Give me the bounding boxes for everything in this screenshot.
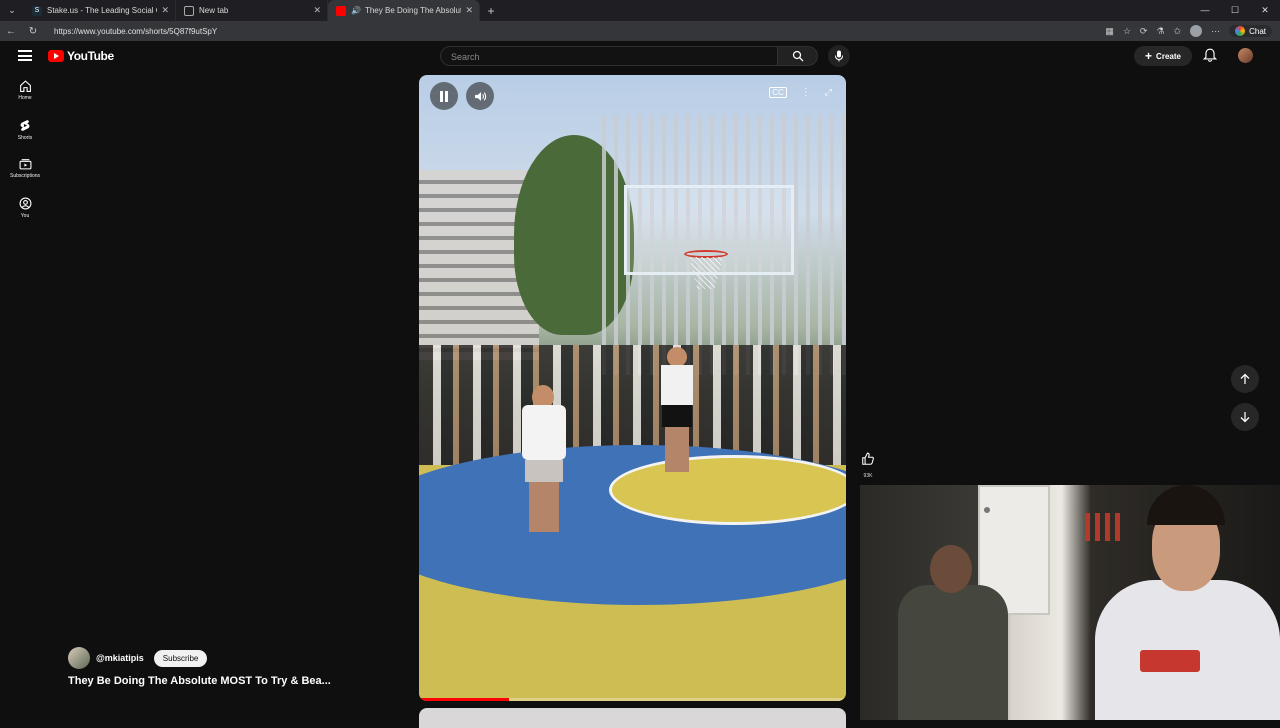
arrow-up-icon (1240, 373, 1250, 384)
sidebar-item-home[interactable]: Home (0, 71, 50, 110)
tab-new-tab[interactable]: New tab ✕ (176, 0, 328, 21)
stake-favicon-icon: S (32, 5, 42, 16)
profile-icon[interactable] (1190, 25, 1203, 37)
search-icon (792, 50, 803, 62)
sidebar-item-label: Subscriptions (9, 173, 40, 179)
voice-search-button[interactable] (828, 45, 850, 67)
favorites-icon[interactable]: ✩ (1174, 26, 1182, 37)
tab-title: Stake.us - The Leading Social Casino (47, 6, 157, 15)
next-short-button[interactable] (1231, 403, 1259, 431)
extension-icon[interactable]: ⚗ (1156, 26, 1164, 37)
back-icon[interactable]: ← (0, 26, 22, 37)
tab-title: New tab (199, 6, 229, 15)
like-icon[interactable] (861, 452, 875, 466)
window-controls: — ☐ ✕ (1190, 0, 1280, 21)
more-menu-icon[interactable]: ⋯ (1211, 26, 1220, 37)
video-progress-bar[interactable] (419, 698, 846, 701)
previous-short-button[interactable] (1231, 365, 1259, 393)
you-icon (19, 197, 31, 209)
fullscreen-icon[interactable]: ⤢ (825, 87, 832, 98)
subscriptions-icon (19, 159, 31, 170)
search-box (440, 46, 778, 66)
toolbar-icons: ▦ ☆ ⟳ ⚗ ✩ ⋯ Chat (1105, 21, 1272, 41)
copilot-icon (1235, 26, 1246, 36)
channel-name[interactable]: @mkiatipis (96, 653, 144, 663)
sidebar-item-subscriptions[interactable]: Subscriptions (0, 149, 50, 188)
youtube-logo-text: YouTube (67, 49, 114, 63)
plus-icon: + (1145, 49, 1153, 63)
guide-menu-icon[interactable] (18, 50, 32, 61)
search-button[interactable] (778, 46, 818, 66)
microphone-icon (835, 50, 843, 62)
subscribe-button[interactable]: Subscribe (153, 649, 208, 667)
favorite-star-icon[interactable]: ☆ (1123, 26, 1131, 37)
reload-icon[interactable]: ↻ (22, 26, 44, 37)
youtube-favicon-icon (336, 5, 346, 16)
maximize-icon[interactable]: ☐ (1220, 0, 1250, 21)
webcam-overlay (860, 485, 1280, 720)
short-title[interactable]: They Be Doing The Absolute MOST To Try &… (68, 675, 331, 687)
mini-guide-sidebar: Home Shorts Subscriptions You (0, 71, 50, 227)
channel-avatar[interactable] (68, 647, 90, 669)
video-court-key (609, 455, 846, 525)
create-label: Create (1156, 51, 1181, 61)
like-action: 93K (856, 452, 880, 479)
minimize-icon[interactable]: — (1190, 0, 1220, 21)
refresh-extension-icon[interactable]: ⟳ (1140, 26, 1148, 37)
youtube-logo[interactable]: YouTube (48, 49, 114, 63)
close-window-icon[interactable]: ✕ (1250, 0, 1280, 21)
youtube-play-icon (48, 50, 64, 62)
home-icon (19, 80, 31, 92)
video-top-right-controls: CC ⋮ ⤢ (769, 87, 832, 98)
volume-button[interactable] (466, 82, 494, 110)
page-favicon-icon (184, 5, 194, 16)
create-button[interactable]: + Create (1134, 46, 1192, 66)
sidebar-item-label: Shorts (17, 134, 33, 141)
sidebar-item-label: You (20, 212, 30, 219)
chat-label: Chat (1249, 26, 1266, 36)
close-tab-icon[interactable]: ✕ (313, 5, 321, 16)
sidebar-item-label: Home (18, 95, 32, 101)
tab-search-icon[interactable]: ⌄ (0, 0, 24, 21)
captions-icon[interactable]: CC (769, 87, 787, 98)
bell-icon (1202, 48, 1218, 62)
youtube-masthead: YouTube + Create (0, 41, 1280, 71)
tab-title: They Be Doing The Absolute MOST To Try &… (364, 6, 461, 15)
more-options-icon[interactable]: ⋮ (801, 87, 811, 98)
video-player-tank-top (657, 347, 697, 477)
channel-row: @mkiatipis Subscribe (68, 647, 208, 669)
pause-button[interactable] (430, 82, 458, 110)
account-avatar[interactable] (1238, 48, 1253, 63)
app-available-icon[interactable]: ▦ (1105, 26, 1114, 37)
speaker-icon: 🔊 (351, 6, 361, 15)
address-bar-row: ← ↻ https://www.youtube.com/shorts/5Q87f… (0, 21, 1280, 41)
video-player-white-shirt (517, 385, 571, 535)
close-tab-icon[interactable]: ✕ (465, 5, 473, 16)
next-short-preview[interactable] (419, 708, 846, 728)
chat-button[interactable]: Chat (1229, 25, 1272, 37)
webcam-background-person (888, 545, 1018, 720)
video-court (419, 445, 846, 701)
video-progress-fill (419, 698, 509, 701)
new-tab-button[interactable]: + (480, 4, 502, 18)
webcam-door-knob (984, 507, 990, 513)
shorts-icon (20, 119, 30, 131)
url-field[interactable]: https://www.youtube.com/shorts/5Q87f9utS… (54, 27, 217, 36)
pause-icon (440, 90, 448, 102)
sidebar-item-shorts[interactable]: Shorts (0, 110, 50, 149)
search-input[interactable] (441, 48, 777, 66)
short-video-player[interactable]: CC ⋮ ⤢ (419, 75, 846, 701)
webcam-streamer (1055, 485, 1280, 720)
browser-tab-strip: ⌄ S Stake.us - The Leading Social Casino… (0, 0, 1280, 21)
close-tab-icon[interactable]: ✕ (161, 5, 169, 16)
sidebar-item-you[interactable]: You (0, 188, 50, 227)
volume-icon (474, 91, 486, 101)
tab-youtube-short[interactable]: 🔊 They Be Doing The Absolute MOST To Try… (328, 0, 480, 21)
like-count: 93K (863, 473, 873, 479)
tab-stake[interactable]: S Stake.us - The Leading Social Casino ✕ (24, 0, 176, 21)
arrow-down-icon (1240, 412, 1250, 423)
notifications-button[interactable] (1202, 48, 1218, 68)
video-hoop-rim (684, 250, 728, 258)
